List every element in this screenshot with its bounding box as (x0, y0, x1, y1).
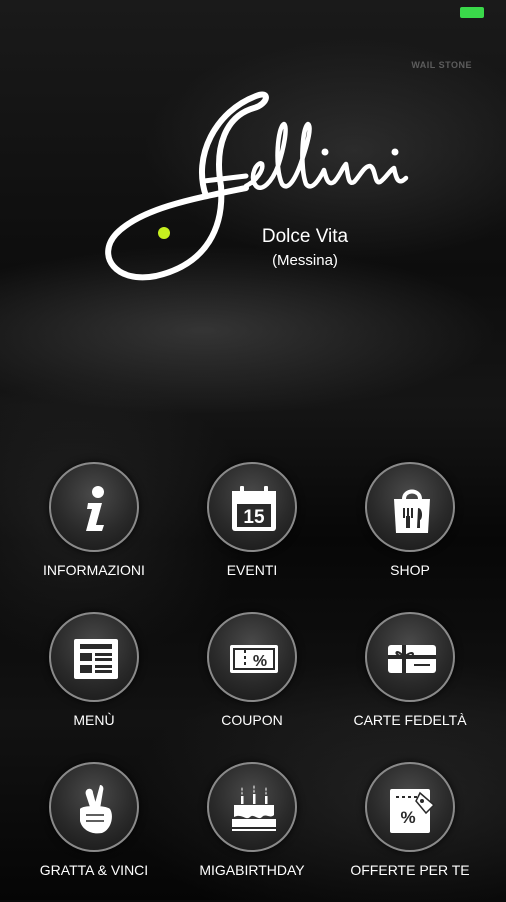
status-bar (0, 0, 506, 24)
menu-label: SHOP (390, 562, 430, 578)
menu-label: COUPON (221, 712, 283, 728)
coupon-icon: % (207, 612, 297, 702)
crossed-fingers-icon (49, 762, 139, 852)
menu-label: OFFERTE PER TE (350, 862, 470, 878)
menu-item-shop[interactable]: SHOP (330, 462, 490, 602)
location: (Messina) (272, 252, 338, 269)
menu-item-coupon[interactable]: % COUPON (172, 612, 332, 752)
menu-item-offerte[interactable]: % OFFERTE PER TE (330, 762, 490, 902)
menu-item-menu[interactable]: MENÙ (14, 612, 174, 752)
info-icon (49, 462, 139, 552)
birthday-cake-icon (207, 762, 297, 852)
menu-label: EVENTI (226, 562, 278, 578)
calendar-day: 15 (243, 507, 265, 528)
menu-list-icon (49, 612, 139, 702)
menu-item-eventi[interactable]: 15 EVENTI (172, 462, 332, 602)
brand-watermark: WAIL STONE (411, 60, 472, 70)
coupon-percent: % (253, 653, 267, 670)
shopping-bag-icon (365, 462, 455, 552)
menu-label: CARTE FEDELTÀ (353, 712, 467, 728)
gift-card-icon (365, 612, 455, 702)
menu-label: MIGABIRTHDAY (199, 862, 305, 878)
offer-percent: % (400, 808, 415, 827)
menu-item-migabirthday[interactable]: MIGABIRTHDAY (172, 762, 332, 902)
offer-tag-icon: % (365, 762, 455, 852)
menu-label: MENÙ (73, 712, 115, 728)
calendar-icon: 15 (207, 462, 297, 552)
menu-label: INFORMAZIONI (43, 562, 145, 578)
menu-label: GRATTA & VINCI (39, 862, 149, 878)
menu-item-informazioni[interactable]: INFORMAZIONI (14, 462, 174, 602)
menu-item-carte-fedelta[interactable]: CARTE FEDELTÀ (330, 612, 490, 752)
battery-icon (460, 7, 484, 18)
menu-item-gratta-vinci[interactable]: GRATTA & VINCI (14, 762, 174, 902)
subtitle: Dolce Vita (261, 226, 349, 247)
